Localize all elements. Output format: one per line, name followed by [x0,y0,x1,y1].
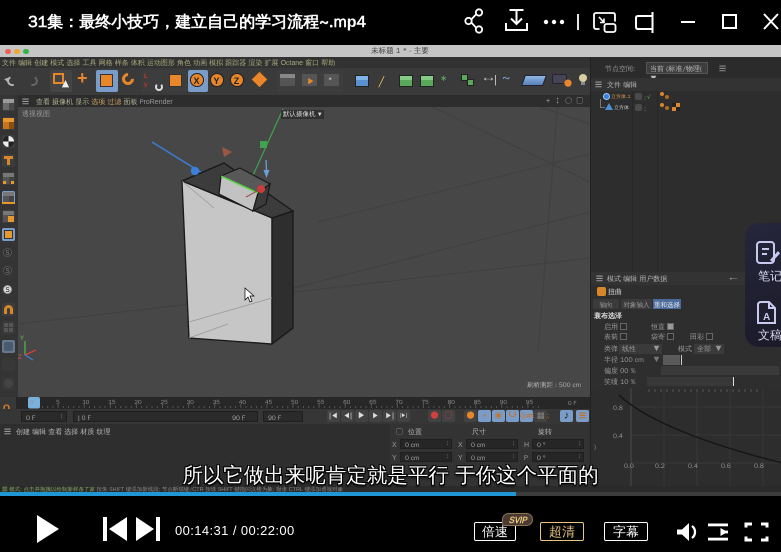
svg-text:00:14:31 / 00:22:00: 00:14:31 / 00:22:00 [175,523,295,538]
svg-text:65: 65 [369,398,377,406]
svg-text:40: 40 [239,398,247,406]
svg-text:15: 15 [108,398,116,406]
svg-text:0 F: 0 F [568,399,577,407]
svg-text:25: 25 [161,398,169,406]
svg-text:): ) [594,443,596,451]
svg-text:95: 95 [526,398,534,406]
svg-text:75: 75 [422,398,430,406]
svg-text:90: 90 [500,398,508,406]
svg-text:45: 45 [265,398,273,406]
svg-text:70: 70 [395,398,403,406]
svg-text:0.8: 0.8 [613,404,623,412]
svg-text:5: 5 [56,398,60,406]
svg-text:10: 10 [82,398,90,406]
svg-text:30: 30 [187,398,195,406]
svg-text:Z: Z [18,353,22,361]
svg-text:55: 55 [317,398,325,406]
svg-text:20: 20 [134,398,142,406]
svg-text:85: 85 [474,398,482,406]
svg-text:A: A [763,310,770,323]
svg-text:80: 80 [448,398,456,406]
svg-text:50: 50 [291,398,299,406]
svg-text:Y: Y [20,334,24,342]
svg-text:0.4: 0.4 [613,432,623,440]
svg-text:35: 35 [213,398,221,406]
svg-text:0: 0 [30,398,34,406]
svg-text:60: 60 [343,398,351,406]
